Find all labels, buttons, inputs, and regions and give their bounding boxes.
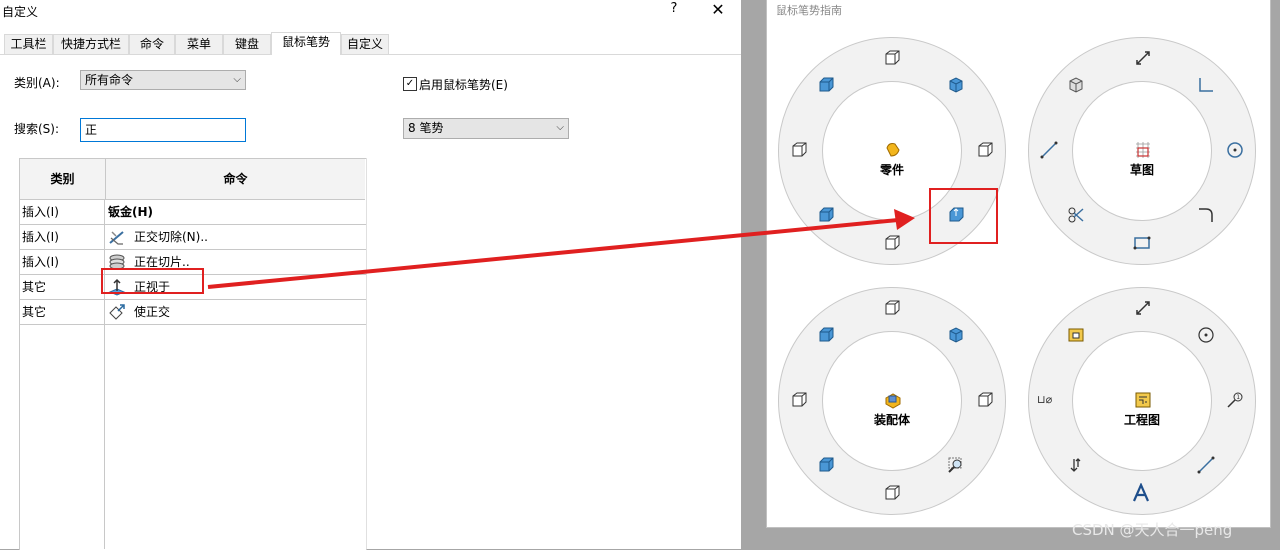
annotation-arrow [207,209,915,289]
watermark: CSDN @天人合一peng [1072,521,1233,539]
